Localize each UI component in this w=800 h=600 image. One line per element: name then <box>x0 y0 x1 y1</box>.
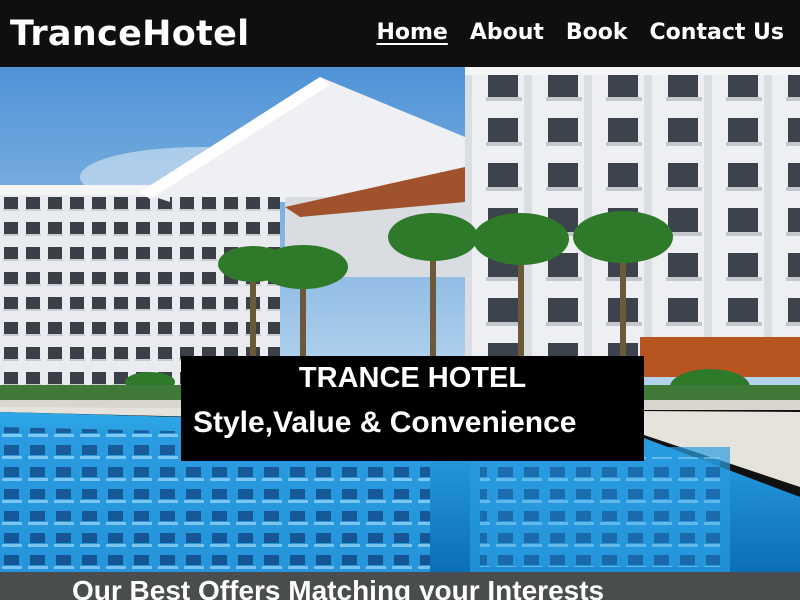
nav-contact-link[interactable]: Contact Us <box>650 20 784 45</box>
nav-home-link[interactable]: Home <box>376 20 447 45</box>
nav-book-link[interactable]: Book <box>566 20 628 45</box>
main-nav: Home About Book Contact Us <box>376 20 784 45</box>
hero-section: TRANCE HOTEL Style,Value & Convenience <box>0 67 800 572</box>
offers-heading: Our Best Offers Matching your Interests <box>72 575 605 600</box>
hero-title: TRANCE HOTEL <box>298 362 527 394</box>
offers-section-header: Our Best Offers Matching your Interests <box>0 572 800 600</box>
brand-logo[interactable]: TranceHotel <box>10 14 249 54</box>
hero-subtitle: Style,Value & Convenience <box>193 406 577 439</box>
site-header: TranceHotel Home About Book Contact Us <box>0 0 800 67</box>
nav-about-link[interactable]: About <box>470 20 544 45</box>
hero-banner: TRANCE HOTEL Style,Value & Convenience <box>181 356 644 461</box>
hotel-pool-photo <box>0 67 800 572</box>
